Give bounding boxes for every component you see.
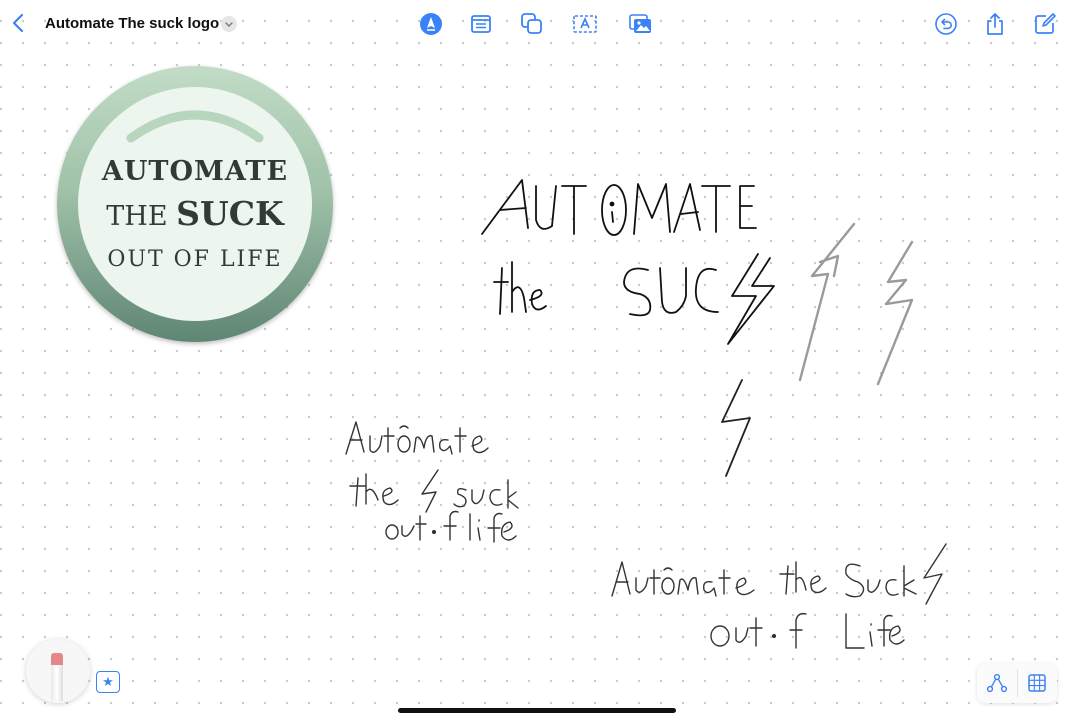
shapes-button[interactable]: [519, 11, 545, 37]
undo-icon: [935, 13, 957, 35]
connections-button[interactable]: [985, 671, 1009, 695]
view-options-panel: [977, 663, 1057, 703]
pencil-palette-button[interactable]: [26, 639, 90, 703]
sketch-automate-two-lines[interactable]: [611, 543, 947, 649]
logo-line-2: THE SUCK: [57, 194, 333, 233]
compose-icon: [1035, 13, 1056, 34]
chevron-left-icon: [12, 13, 24, 33]
toolbar: Automate The suck logo: [0, 0, 1074, 48]
sketch-automate-the-suck[interactable]: [481, 179, 775, 345]
logo-line-1: AUTOMATE: [101, 156, 289, 187]
grid-icon: [1028, 674, 1046, 692]
panel-divider: [1017, 669, 1018, 697]
grid-button[interactable]: [1025, 671, 1049, 695]
back-button[interactable]: [6, 10, 32, 38]
share-button[interactable]: [982, 11, 1008, 37]
logo-line-3: OUT OF LIFE: [107, 247, 283, 272]
star-icon: ★: [102, 674, 114, 689]
shapes-icon: [521, 13, 542, 34]
sketch-bolt-small[interactable]: [721, 379, 751, 477]
note-button[interactable]: [468, 11, 494, 37]
logo-sticker[interactable]: AUTOMATE THE SUCK OUT OF LIFE: [57, 66, 333, 342]
pen-tool-button[interactable]: [418, 11, 444, 37]
chevron-down-icon: [225, 22, 233, 27]
compose-button[interactable]: [1032, 11, 1058, 37]
home-indicator[interactable]: [398, 708, 676, 713]
sketch-automate-three-lines[interactable]: [345, 421, 519, 543]
sketch-bolts-grey[interactable]: [798, 222, 914, 386]
text-box-icon: [573, 15, 597, 33]
pen-tool-icon: [420, 13, 442, 35]
favorites-button[interactable]: ★: [96, 671, 120, 693]
share-icon: [987, 12, 1003, 35]
pencil-tip: [51, 653, 63, 665]
title-menu-button[interactable]: [221, 16, 237, 32]
undo-button[interactable]: [933, 11, 959, 37]
logo-line-2-prefix: THE: [106, 201, 177, 232]
text-box-button[interactable]: [572, 11, 598, 37]
note-icon: [471, 15, 491, 33]
board-title[interactable]: Automate The suck logo: [45, 15, 219, 32]
media-icon: [629, 14, 651, 33]
media-button[interactable]: [627, 11, 653, 37]
logo-line-2-bold: SUCK: [176, 194, 284, 233]
connections-icon: [986, 673, 1008, 693]
